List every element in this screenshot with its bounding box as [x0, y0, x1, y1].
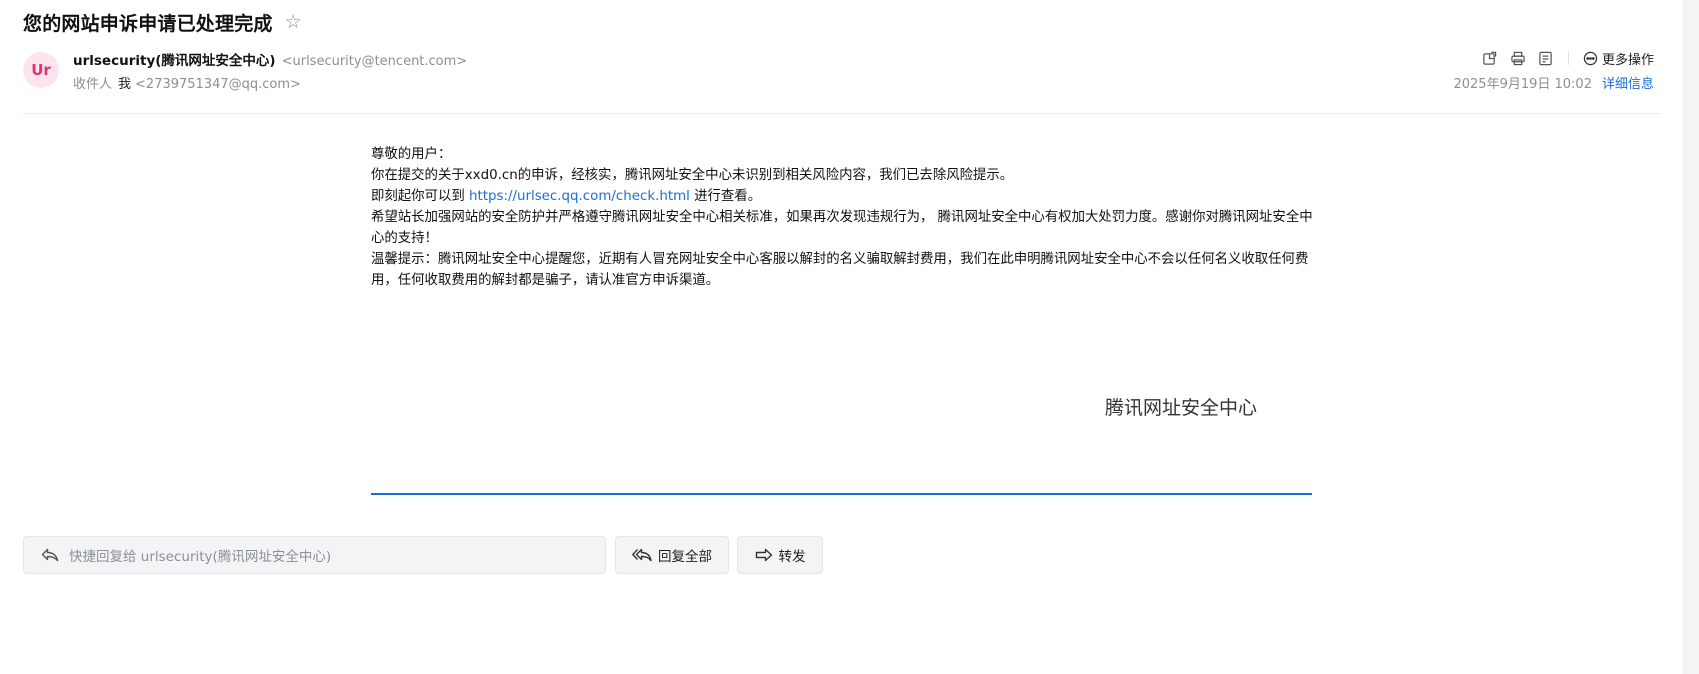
toolbar-separator [1567, 51, 1569, 65]
forward-button[interactable]: 转发 [737, 536, 823, 574]
email-subject: 您的网站申诉申请已处理完成 [23, 12, 273, 35]
forward-icon [755, 548, 772, 562]
email-date: 2025年9月19日 10:02 [1453, 77, 1592, 92]
email-view: 您的网站申诉申请已处理完成 ☆ Ur urlsecurity(腾讯网址安全中心)… [0, 0, 1699, 674]
sender-line: urlsecurity(腾讯网址安全中心) <urlsecurity@tencen… [73, 49, 467, 69]
details-link[interactable]: 详细信息 [1602, 77, 1654, 92]
open-new-window-icon[interactable] [1482, 50, 1498, 66]
reply-icon [41, 548, 59, 562]
scrollbar-track[interactable] [1683, 0, 1699, 674]
body-line-4: 温馨提示：腾讯网址安全中心提醒您，近期有人冒充网址安全中心客服以解封的名义骗取解… [371, 252, 1309, 288]
header-divider [23, 113, 1660, 114]
sender-email[interactable]: <urlsecurity@tencent.com> [282, 54, 468, 69]
recipient-name[interactable]: 我 [118, 77, 131, 92]
body-line-1: 你在提交的关于xxd0.cn的申诉，经核实，腾讯网址安全中心未识别到相关风险内容… [371, 168, 1014, 183]
forward-label: 转发 [778, 549, 806, 565]
meta-info: 2025年9月19日 10:02 详细信息 [1453, 73, 1654, 92]
more-icon [1583, 51, 1598, 65]
check-url-link[interactable]: https://urlsec.qq.com/check.html [469, 189, 690, 204]
body-bottom-rule [371, 493, 1312, 495]
reply-all-icon [632, 548, 652, 562]
body-line-2-suffix: 进行查看。 [689, 189, 762, 204]
email-body: 尊敬的用户： 你在提交的关于xxd0.cn的申诉，经核实，腾讯网址安全中心未识别… [371, 144, 1316, 291]
print-icon[interactable] [1510, 50, 1526, 66]
note-icon[interactable] [1538, 50, 1554, 66]
more-actions-label: 更多操作 [1601, 52, 1654, 68]
reply-all-button[interactable]: 回复全部 [615, 536, 729, 574]
quick-reply-placeholder: 快捷回复给 urlsecurity(腾讯网址安全中心) [69, 549, 332, 565]
email-signature: 腾讯网址安全中心 [1105, 397, 1258, 419]
more-actions-button[interactable]: 更多操作 [1583, 49, 1654, 68]
sender-avatar[interactable]: Ur [23, 52, 59, 88]
quick-reply-input[interactable]: 快捷回复给 urlsecurity(腾讯网址安全中心) [23, 536, 606, 574]
body-line-3: 希望站长加强网站的安全防护并严格遵守腾讯网址安全中心相关标准，如果再次发现违规行… [371, 210, 1313, 246]
body-line-2: 即刻起你可以到 https://urlsec.qq.com/check.html… [371, 186, 1316, 207]
body-line-2-prefix: 即刻起你可以到 [371, 189, 469, 204]
mail-toolbar: 更多操作 [1470, 48, 1654, 68]
recipient-line: 收件人我 <2739751347@qq.com> [73, 73, 301, 92]
subject-row: 您的网站申诉申请已处理完成 ☆ [23, 8, 302, 36]
sender-name[interactable]: urlsecurity(腾讯网址安全中心) [73, 53, 276, 69]
star-icon[interactable]: ☆ [285, 11, 302, 33]
reply-all-label: 回复全部 [658, 549, 712, 565]
recipient-email[interactable]: <2739751347@qq.com> [135, 77, 301, 92]
recipient-label: 收件人 [73, 77, 113, 92]
body-greeting: 尊敬的用户： [371, 147, 452, 162]
